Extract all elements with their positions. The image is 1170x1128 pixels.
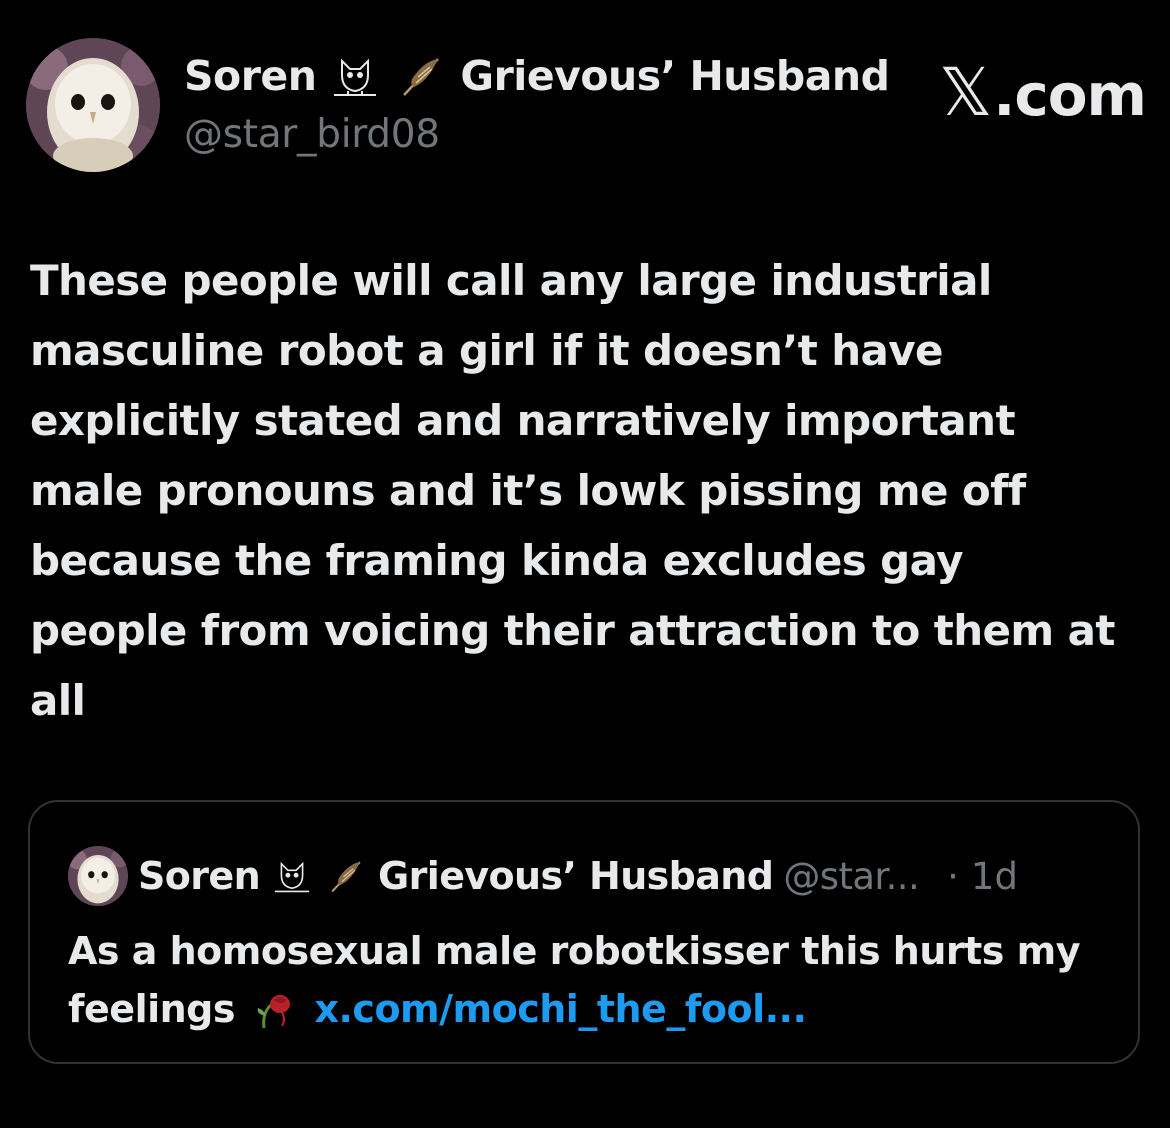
author-handle[interactable]: @star_bird08 bbox=[184, 112, 440, 157]
author-avatar[interactable] bbox=[26, 38, 160, 172]
tweet-header: Soren Grievous’ Husband @star_bird08 𝕏 .… bbox=[26, 38, 1147, 178]
owl-avatar-icon bbox=[26, 38, 160, 172]
quoted-tweet-timestamp[interactable]: 1d bbox=[971, 855, 1018, 898]
quoted-tweet-link[interactable]: x.com/mochi_the_fool... bbox=[314, 987, 806, 1031]
x-logo-icon: 𝕏 bbox=[939, 54, 992, 131]
author-name-row[interactable]: Soren Grievous’ Husband bbox=[184, 52, 890, 100]
owl-emoji-icon bbox=[328, 53, 382, 99]
owl-avatar-icon bbox=[68, 846, 128, 906]
quoted-author-handle: @star... bbox=[783, 854, 920, 898]
author-name-second: Grievous’ Husband bbox=[460, 52, 890, 100]
quoted-author-name-second: Grievous’ Husband bbox=[378, 854, 774, 898]
quoted-author-avatar bbox=[68, 846, 128, 906]
tweet-text: These people will call any large industr… bbox=[30, 256, 1115, 725]
quoted-tweet-header: Soren Grievous’ Husband @star... · 1d bbox=[68, 846, 1018, 906]
quoted-tweet-text: As a homosexual male robotkisser this hu… bbox=[68, 922, 1108, 1038]
feather-emoji-icon bbox=[324, 856, 368, 896]
author-name-first: Soren bbox=[184, 52, 317, 100]
owl-emoji-icon bbox=[270, 856, 314, 896]
x-com-brand: 𝕏 .com bbox=[939, 54, 1147, 131]
separator-dot: · bbox=[947, 854, 959, 898]
quoted-author-name-first: Soren bbox=[138, 854, 261, 898]
quoted-tweet-card[interactable]: Soren Grievous’ Husband @star... · 1d As… bbox=[28, 800, 1140, 1064]
wilted-rose-icon bbox=[252, 986, 298, 1030]
brand-domain: .com bbox=[993, 61, 1147, 129]
feather-emoji-icon bbox=[394, 53, 448, 99]
